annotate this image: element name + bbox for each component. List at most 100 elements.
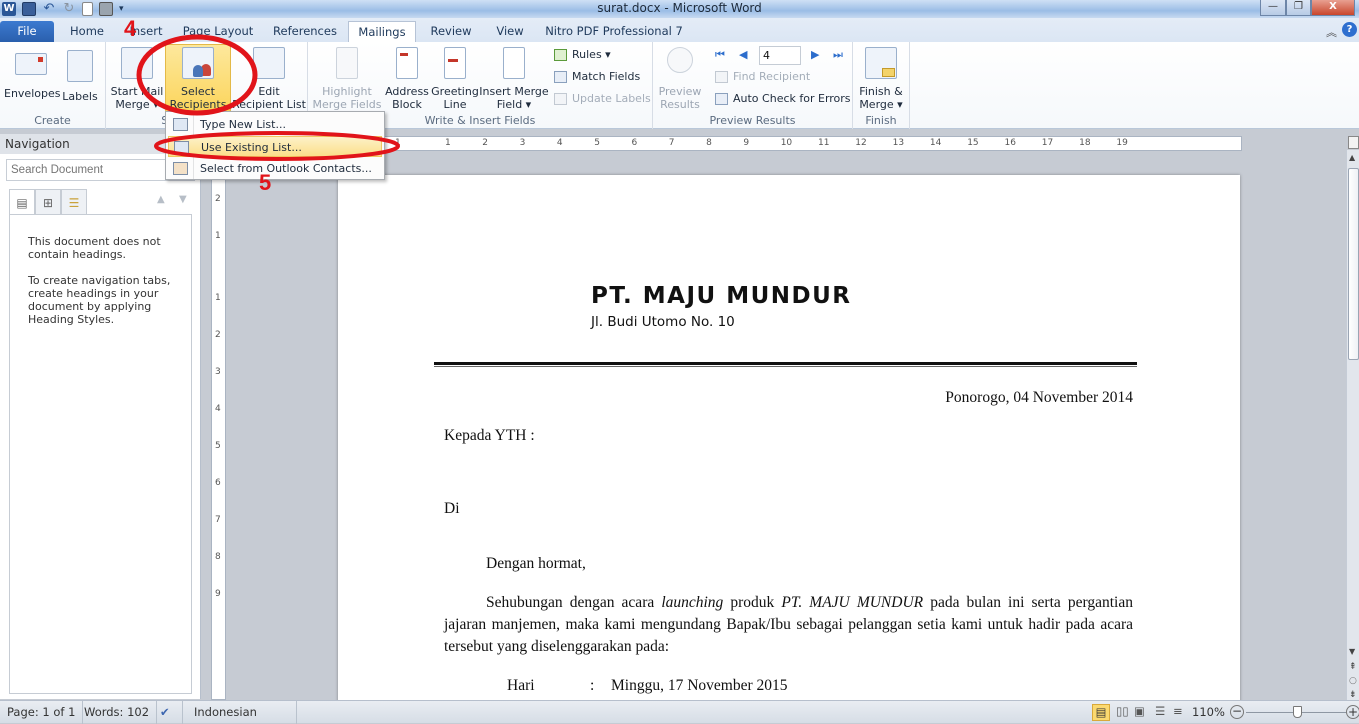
ruler-tick-label: 1 xyxy=(215,231,221,241)
zoom-level[interactable]: 110% xyxy=(1192,705,1225,719)
insert-merge-field-button[interactable]: Insert Merge Field ▾ xyxy=(479,45,549,111)
rules-button[interactable]: Rules ▾ xyxy=(554,46,611,64)
print-layout-view-icon[interactable]: ▤ xyxy=(1092,704,1110,721)
browse-results-tab[interactable]: ☰ xyxy=(61,189,87,215)
ruler-tick-label: 12 xyxy=(855,138,867,148)
create-headings-hint: To create navigation tabs, create headin… xyxy=(28,274,171,326)
highlight-merge-fields-icon xyxy=(336,47,358,79)
browse-pages-tab[interactable]: ⊞ xyxy=(35,189,61,215)
greeting-line-icon xyxy=(444,47,466,79)
tab-home[interactable]: Home xyxy=(62,21,112,42)
page-count[interactable]: Page: 1 of 1 xyxy=(0,701,84,724)
restore-button[interactable]: ❐ xyxy=(1286,0,1311,16)
next-record-icon[interactable]: ▶ xyxy=(811,48,819,61)
scroll-down-icon[interactable]: ▼ xyxy=(1349,647,1355,656)
browse-headings-tab[interactable]: ▤ xyxy=(9,189,35,215)
menu-item-select-outlook-contacts[interactable]: Select from Outlook Contacts... xyxy=(168,158,382,179)
finish-merge-button[interactable]: Finish & Merge ▾ xyxy=(856,45,906,111)
edit-recipient-list-icon xyxy=(253,47,285,79)
window-controls: — ❐ X xyxy=(1260,0,1355,16)
scroll-up-icon[interactable]: ▲ xyxy=(1349,153,1355,162)
vertical-scrollbar[interactable]: ▲ ▼ ⇞ ○ ⇟ xyxy=(1346,150,1359,700)
ruler-tick-label: 3 xyxy=(519,138,526,148)
company-name: PT. MAJU MUNDUR xyxy=(591,283,852,309)
vertical-ruler[interactable]: 2 1 1 2 3 4 5 6 7 8 9 xyxy=(211,175,226,700)
auto-check-errors-button[interactable]: Auto Check for Errors xyxy=(715,90,851,108)
ruler-tick-label: 15 xyxy=(967,138,979,148)
outlook-contacts-icon xyxy=(173,162,188,175)
tab-nitro-pdf[interactable]: Nitro PDF Professional 7 xyxy=(545,21,683,42)
ruler-tick-label: 7 xyxy=(215,515,221,525)
title-bar: W ↶ ↻ ▾ surat.docx - Microsoft Word — ❐ … xyxy=(0,0,1359,18)
select-browse-object-icon[interactable]: ○ xyxy=(1349,676,1357,686)
select-recipients-icon xyxy=(182,47,214,79)
next-page-icon[interactable]: ⇟ xyxy=(1349,690,1357,700)
envelopes-button[interactable]: Envelopes xyxy=(4,45,60,100)
edit-recipient-list-button[interactable]: Edit Recipient List xyxy=(232,45,306,111)
proofing-status-icon[interactable]: ✔ xyxy=(153,701,183,724)
zoom-out-button[interactable]: − xyxy=(1230,705,1244,719)
ruler-tick-label: 2 xyxy=(215,330,221,340)
outline-view-icon[interactable]: ☰ xyxy=(1155,704,1165,718)
start-mail-merge-button[interactable]: Start Mail Merge ▾ xyxy=(109,45,165,111)
greeting-line-button[interactable]: Greeting Line xyxy=(431,45,479,111)
previous-page-icon[interactable]: ⇞ xyxy=(1349,662,1357,672)
tab-file[interactable]: File xyxy=(0,21,54,42)
minimize-button[interactable]: — xyxy=(1260,0,1286,16)
recipient-label: Kepada YTH : xyxy=(444,427,535,444)
draft-view-icon[interactable]: ≡ xyxy=(1173,704,1183,718)
tab-view[interactable]: View xyxy=(488,21,532,42)
existing-list-icon xyxy=(174,141,189,154)
word-count[interactable]: Words: 102 xyxy=(77,701,158,724)
letterhead-divider xyxy=(434,362,1137,365)
close-button[interactable]: X xyxy=(1311,0,1355,16)
view-ruler-icon[interactable] xyxy=(1348,136,1359,149)
envelope-icon xyxy=(15,53,47,75)
tab-mailings[interactable]: Mailings xyxy=(348,21,416,42)
group-label-preview-results: Preview Results xyxy=(709,114,796,127)
record-number-input[interactable]: 4 xyxy=(759,46,801,65)
document-page[interactable]: PT. MAJU MUNDUR Jl. Budi Utomo No. 10 Po… xyxy=(338,175,1240,705)
menu-item-type-new-list[interactable]: Type New List... xyxy=(168,114,382,135)
horizontal-ruler[interactable]: 1 1 2 3 4 5 6 7 8 9 10 11 12 13 14 15 16 17 18 19 xyxy=(384,136,1242,151)
finish-merge-icon xyxy=(865,47,897,79)
help-icon[interactable]: ? xyxy=(1342,22,1357,37)
tab-references[interactable]: References xyxy=(266,21,344,42)
previous-record-icon[interactable]: ◀ xyxy=(739,48,747,61)
next-heading-icon[interactable]: ▼ xyxy=(179,194,187,205)
address-block-button[interactable]: Address Block xyxy=(383,45,431,111)
event-day-value: Minggu, 17 November 2015 xyxy=(611,677,788,694)
ruler-tick-label: 10 xyxy=(780,138,793,148)
language-indicator[interactable]: Indonesian xyxy=(187,701,297,724)
ruler-tick-label: 5 xyxy=(594,138,600,148)
ruler-tick-label: 2 xyxy=(482,138,489,148)
menu-item-use-existing-list[interactable]: Use Existing List... xyxy=(168,136,382,157)
tab-review[interactable]: Review xyxy=(425,21,477,42)
ruler-tick-label: 1 xyxy=(395,138,401,148)
scrollbar-thumb[interactable] xyxy=(1348,168,1359,360)
full-screen-reading-icon[interactable]: ▯▯ xyxy=(1116,704,1129,718)
address-block-icon xyxy=(396,47,418,79)
labels-button[interactable]: Labels xyxy=(60,45,100,103)
zoom-slider-thumb[interactable] xyxy=(1293,706,1303,718)
navigation-pane: Navigation ▤ ⊞ ☰ ▲ ▼ This document does … xyxy=(0,134,201,699)
last-record-icon[interactable]: ⏭ xyxy=(833,48,843,62)
ruler-tick-label: 1 xyxy=(215,293,221,303)
company-address: Jl. Budi Utomo No. 10 xyxy=(591,314,735,330)
zoom-in-button[interactable]: + xyxy=(1346,705,1359,719)
web-layout-icon[interactable]: ▣ xyxy=(1134,704,1145,718)
select-recipients-button[interactable]: Select Recipients ▾ xyxy=(165,44,231,124)
auto-check-errors-icon xyxy=(715,93,728,105)
find-recipient-button[interactable]: Find Recipient xyxy=(715,68,810,86)
tab-page-layout[interactable]: Page Layout xyxy=(180,21,256,42)
highlight-merge-fields-button[interactable]: Highlight Merge Fields xyxy=(312,45,382,111)
first-record-icon[interactable]: ⏮ xyxy=(715,48,725,62)
minimize-ribbon-icon[interactable]: ︽ xyxy=(1326,24,1337,40)
ruler-tick-label: 1 xyxy=(445,138,451,148)
match-fields-button[interactable]: Match Fields xyxy=(554,68,640,86)
ruler-tick-label: 9 xyxy=(215,589,221,599)
navigation-pane-body: This document does not contain headings.… xyxy=(9,214,192,694)
preview-results-button[interactable]: Preview Results xyxy=(656,45,704,111)
previous-heading-icon[interactable]: ▲ xyxy=(157,194,165,205)
update-labels-button[interactable]: Update Labels xyxy=(554,90,651,108)
